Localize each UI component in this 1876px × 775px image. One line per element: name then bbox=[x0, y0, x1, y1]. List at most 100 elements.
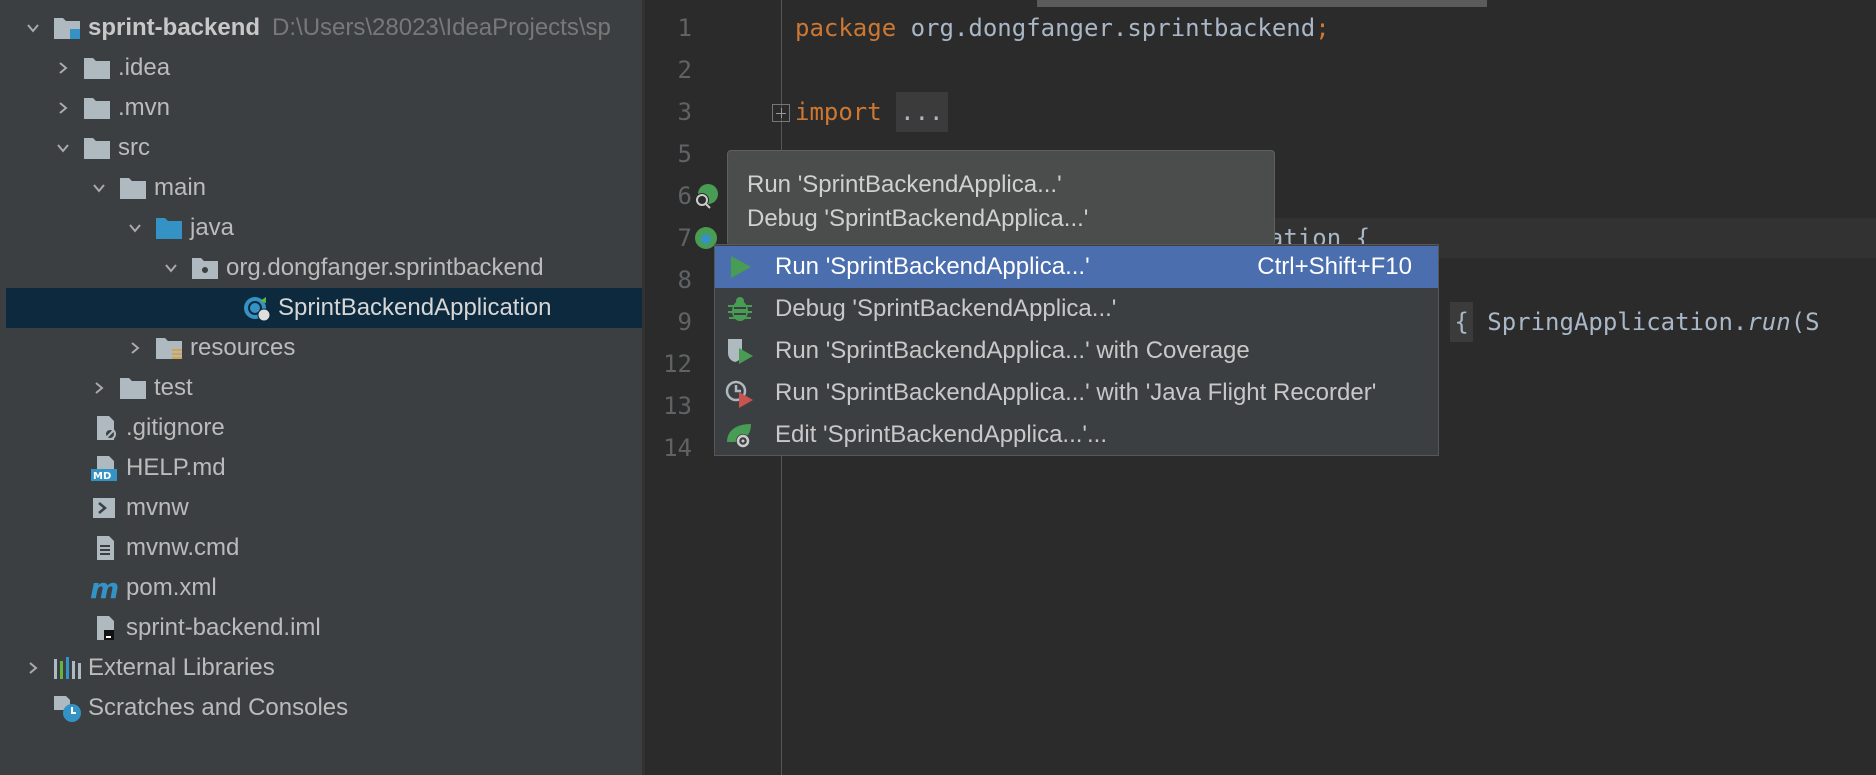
tree-item-label: mvnw bbox=[126, 494, 189, 521]
tree-item-help-md[interactable]: MD HELP.md bbox=[6, 448, 642, 488]
edit-configuration-icon bbox=[725, 420, 755, 450]
markdown-file-icon: MD bbox=[90, 455, 120, 482]
tree-item-label: SprintBackendApplication bbox=[278, 294, 552, 321]
gutter-tooltip: Run 'SprintBackendApplica...' Debug 'Spr… bbox=[727, 150, 1275, 246]
tree-item-label: org.dongfanger.sprintbackend bbox=[226, 254, 544, 281]
horizontal-scrollbar[interactable] bbox=[1037, 0, 1487, 7]
tree-item-src[interactable]: src bbox=[6, 128, 642, 168]
tree-item-mvnw[interactable]: mvnw bbox=[6, 488, 642, 528]
menu-item-run[interactable]: Run 'SprintBackendApplica...' Ctrl+Shift… bbox=[715, 246, 1438, 288]
menu-item-label: Debug 'SprintBackendApplica...' bbox=[775, 295, 1117, 322]
code-text: run bbox=[1747, 308, 1791, 336]
resources-folder-icon bbox=[154, 335, 184, 361]
tree-item-label: .mvn bbox=[118, 94, 171, 121]
folder-icon bbox=[82, 135, 112, 161]
tree-item-label: mvnw.cmd bbox=[126, 534, 240, 561]
menu-item-edit-configuration[interactable]: Edit 'SprintBackendApplica...'... bbox=[715, 414, 1438, 456]
menu-item-run-with-jfr[interactable]: Run 'SprintBackendApplica...' with 'Java… bbox=[715, 372, 1438, 414]
project-tree: sprint-backend D:\Users\28023\IdeaProjec… bbox=[0, 0, 642, 775]
chevron-right-icon[interactable] bbox=[124, 337, 146, 359]
profiler-icon bbox=[725, 378, 755, 408]
source-folder-icon bbox=[154, 215, 184, 241]
keyword: import bbox=[795, 98, 882, 126]
tree-item-resources[interactable]: resources bbox=[6, 328, 642, 368]
run-gutter-icon[interactable] bbox=[693, 183, 719, 209]
shell-script-icon bbox=[90, 495, 120, 521]
tree-item-pom-xml[interactable]: m pom.xml bbox=[6, 568, 642, 608]
tree-item-iml[interactable]: sprint-backend.iml bbox=[6, 608, 642, 648]
line-number: 3 bbox=[677, 98, 692, 126]
folded-imports[interactable]: ... bbox=[896, 92, 948, 132]
line-number: 12 bbox=[663, 350, 692, 378]
tree-item-sprintbackendapplication[interactable]: SprintBackendApplication bbox=[6, 288, 642, 328]
menu-item-run-with-coverage[interactable]: Run 'SprintBackendApplica...' with Cover… bbox=[715, 330, 1438, 372]
fold-marker-icon[interactable] bbox=[772, 104, 790, 122]
menu-item-shortcut: Ctrl+Shift+F10 bbox=[1257, 253, 1412, 280]
line-number: 9 bbox=[677, 308, 692, 336]
tree-item-label: test bbox=[154, 374, 193, 401]
spring-boot-class-icon bbox=[242, 295, 272, 322]
tree-item-idea[interactable]: .idea bbox=[6, 48, 642, 88]
run-icon bbox=[725, 252, 755, 282]
menu-item-debug[interactable]: Debug 'SprintBackendApplica...' bbox=[715, 288, 1438, 330]
line-number: 8 bbox=[677, 266, 692, 294]
run-context-menu: Run 'SprintBackendApplica...' Ctrl+Shift… bbox=[714, 244, 1439, 456]
tree-item-label: HELP.md bbox=[126, 454, 226, 481]
svg-text:MD: MD bbox=[93, 471, 111, 482]
code-text: SpringApplication. bbox=[1472, 308, 1748, 336]
tree-item-label: src bbox=[118, 134, 150, 161]
iml-file-icon bbox=[90, 615, 120, 641]
menu-item-label: Run 'SprintBackendApplica...' with 'Java… bbox=[775, 379, 1377, 406]
ignore-file-icon bbox=[90, 415, 120, 441]
tree-item-external-libraries[interactable]: External Libraries bbox=[6, 648, 642, 688]
tree-item-package[interactable]: org.dongfanger.sprintbackend bbox=[6, 248, 642, 288]
tree-item-gitignore[interactable]: .gitignore bbox=[6, 408, 642, 448]
folded-brace[interactable]: { bbox=[1450, 302, 1473, 342]
line-number: 7 bbox=[677, 224, 692, 252]
tree-item-scratches[interactable]: Scratches and Consoles bbox=[6, 688, 642, 728]
chevron-right-icon[interactable] bbox=[52, 97, 74, 119]
tree-item-sprint-backend[interactable]: sprint-backend D:\Users\28023\IdeaProjec… bbox=[6, 8, 642, 48]
chevron-right-icon[interactable] bbox=[52, 57, 74, 79]
line-number: 14 bbox=[663, 434, 692, 462]
chevron-down-icon[interactable] bbox=[160, 257, 182, 279]
svg-text:m: m bbox=[90, 572, 119, 605]
keyword: package bbox=[795, 14, 897, 42]
line-number: 6 bbox=[677, 182, 692, 210]
tree-item-label: .idea bbox=[118, 54, 171, 81]
code-text: org.dongfanger.sprintbackend bbox=[896, 14, 1316, 42]
menu-item-label: Run 'SprintBackendApplica...' with Cover… bbox=[775, 337, 1250, 364]
chevron-right-icon[interactable] bbox=[88, 377, 110, 399]
tree-item-test[interactable]: test bbox=[6, 368, 642, 408]
tree-item-label: java bbox=[190, 214, 235, 241]
debug-icon bbox=[725, 294, 755, 324]
coverage-icon bbox=[725, 336, 755, 366]
chevron-down-icon[interactable] bbox=[22, 17, 44, 39]
text-file-icon bbox=[90, 535, 120, 561]
chevron-down-icon[interactable] bbox=[52, 137, 74, 159]
code-line-3: import ... bbox=[795, 92, 948, 132]
tooltip-line: Run 'SprintBackendApplica...' bbox=[747, 171, 1062, 198]
chevron-down-icon[interactable] bbox=[88, 177, 110, 199]
tree-item-label: resources bbox=[190, 334, 296, 361]
tree-item-label: sprint-backend bbox=[88, 14, 261, 41]
chevron-right-icon[interactable] bbox=[22, 657, 44, 679]
module-path: D:\Users\28023\IdeaProjects\sp bbox=[272, 14, 611, 41]
folder-icon bbox=[118, 375, 148, 401]
tree-item-java[interactable]: java bbox=[6, 208, 642, 248]
folder-icon bbox=[82, 55, 112, 81]
folder-icon bbox=[118, 175, 148, 201]
menu-item-label: Run 'SprintBackendApplica...' bbox=[775, 253, 1090, 280]
code-line-1: package org.dongfanger.sprintbackend; bbox=[795, 8, 1330, 48]
tree-item-main[interactable]: main bbox=[6, 168, 642, 208]
tree-item-label: .gitignore bbox=[126, 414, 225, 441]
tree-item-mvn[interactable]: .mvn bbox=[6, 88, 642, 128]
chevron-down-icon[interactable] bbox=[124, 217, 146, 239]
line-number: 1 bbox=[677, 14, 692, 42]
tree-item-label: pom.xml bbox=[126, 574, 217, 601]
line-number: 2 bbox=[677, 56, 692, 84]
tree-item-mvnw-cmd[interactable]: mvnw.cmd bbox=[6, 528, 642, 568]
folder-icon bbox=[82, 95, 112, 121]
tree-item-label: sprint-backend.iml bbox=[126, 614, 321, 641]
line-number: 13 bbox=[663, 392, 692, 420]
